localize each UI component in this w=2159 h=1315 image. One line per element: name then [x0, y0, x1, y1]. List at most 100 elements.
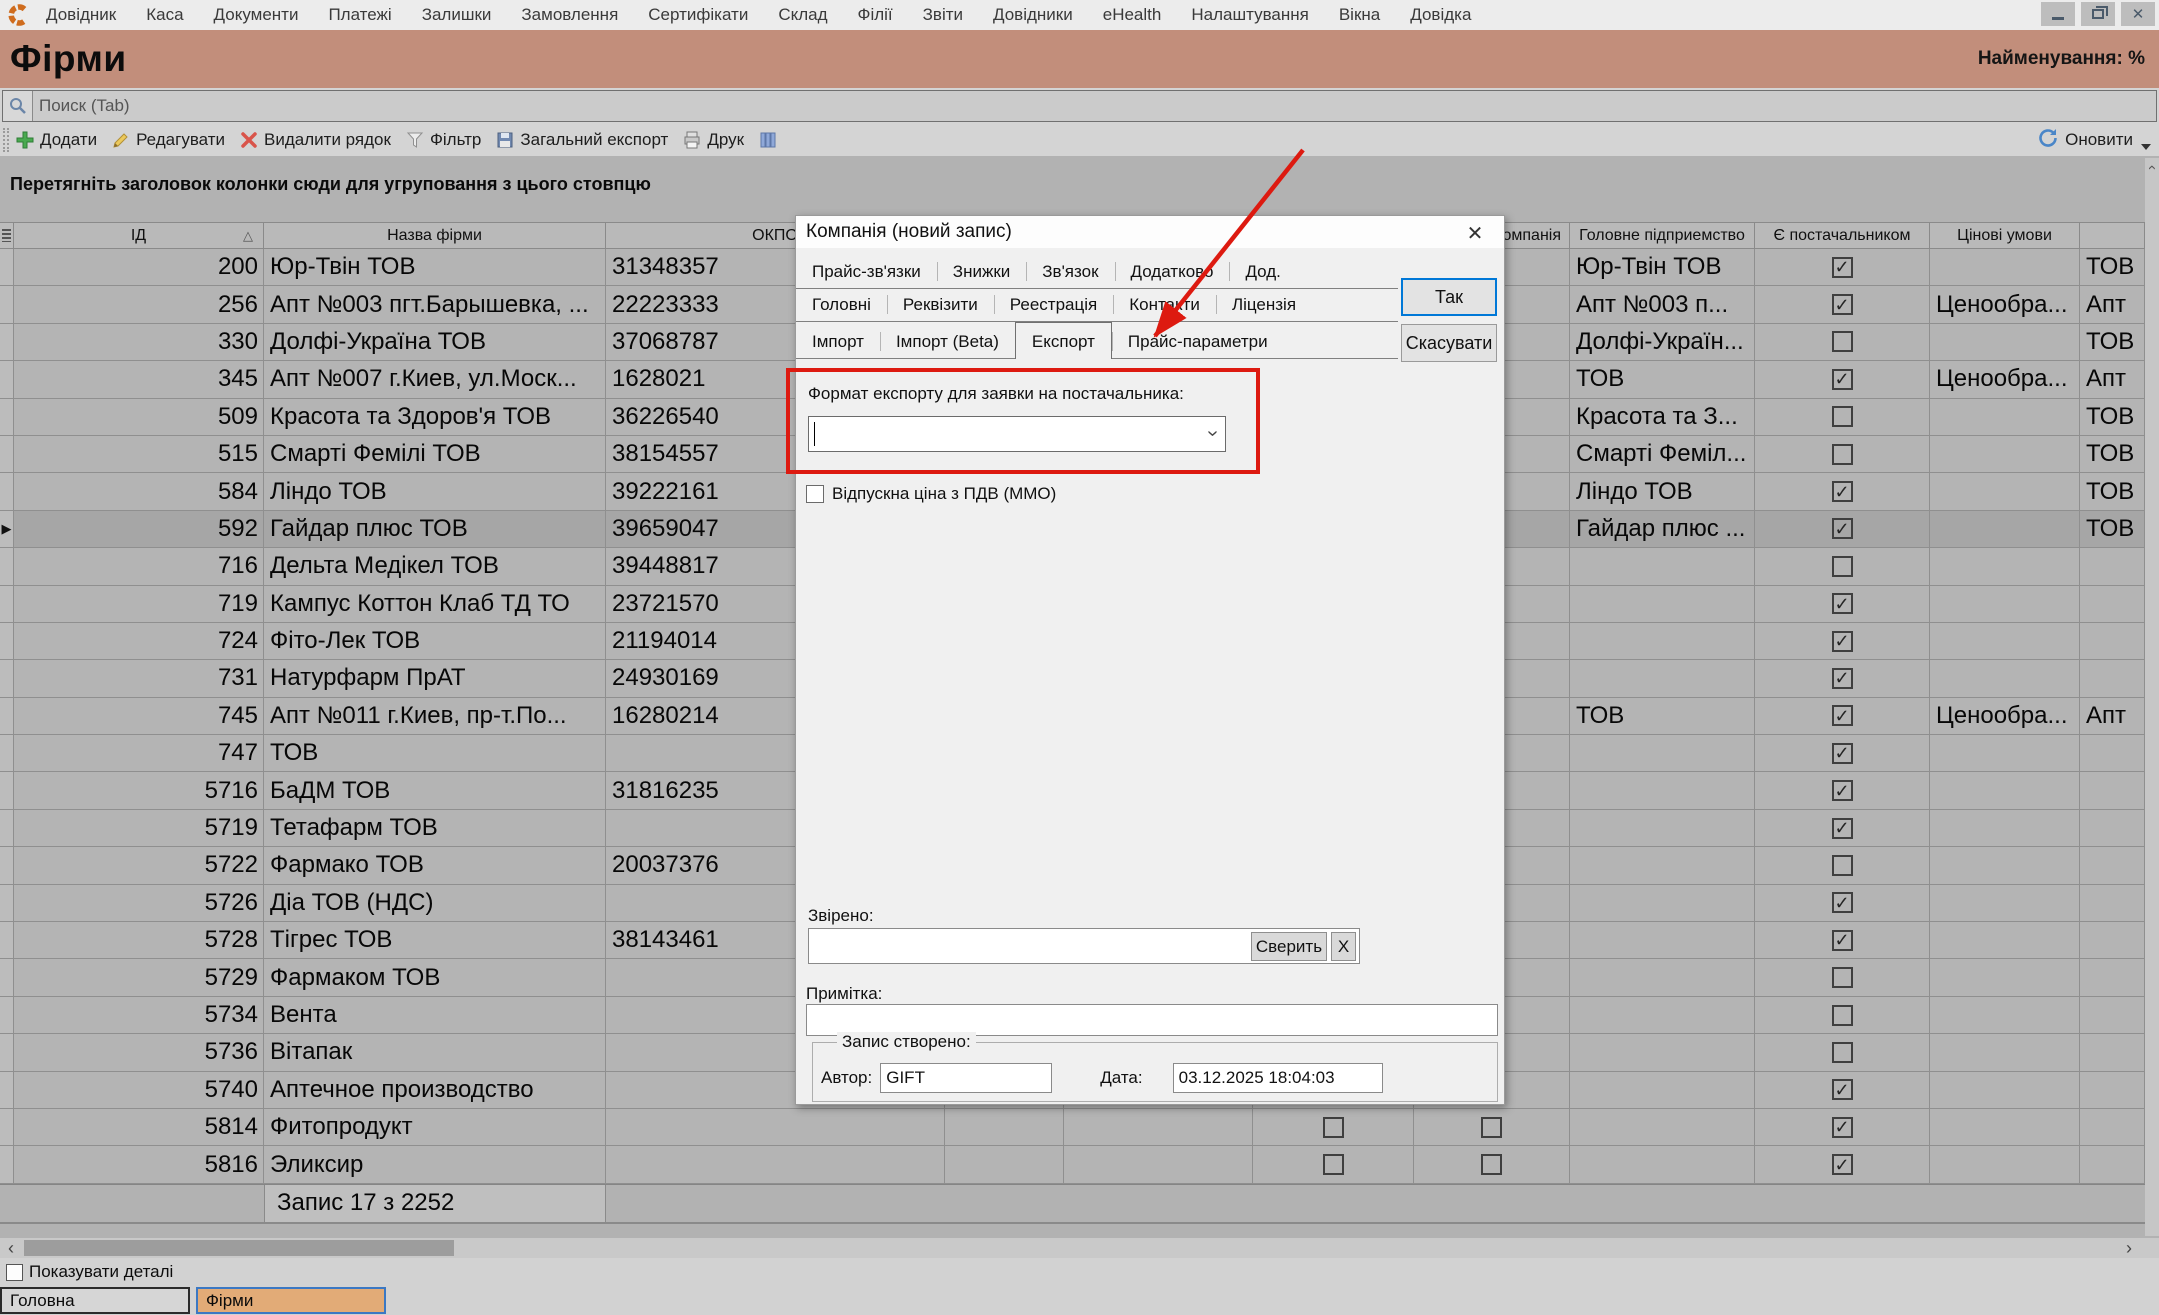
- checkbox-checked-icon[interactable]: ✓: [1832, 593, 1853, 614]
- search-icon[interactable]: [3, 91, 33, 121]
- checkbox-unchecked-icon[interactable]: [1832, 855, 1853, 876]
- dialog-tab[interactable]: Експорт: [1015, 322, 1112, 359]
- checkbox-checked-icon[interactable]: ✓: [1832, 818, 1853, 839]
- date-field[interactable]: 03.12.2025 18:04:03: [1173, 1063, 1383, 1093]
- dialog-tab[interactable]: Імпорт (Beta): [880, 325, 1015, 358]
- checkbox-checked-icon[interactable]: ✓: [1832, 892, 1853, 913]
- minimize-icon[interactable]: [2041, 2, 2075, 26]
- scrollbar-thumb[interactable]: [24, 1240, 454, 1256]
- menu-item[interactable]: Склад: [778, 5, 827, 25]
- dialog-tab[interactable]: Прайс-параметри: [1112, 325, 1284, 358]
- menu-item[interactable]: Філії: [858, 5, 893, 25]
- menu-item[interactable]: eHealth: [1103, 5, 1162, 25]
- checkbox-unchecked-icon[interactable]: [1832, 556, 1853, 577]
- menu-item[interactable]: Сертифікати: [648, 5, 748, 25]
- checkbox-unchecked-icon[interactable]: [1832, 1005, 1853, 1026]
- menu-item[interactable]: Звіти: [923, 5, 963, 25]
- chevron-down-icon[interactable]: ›: [1201, 430, 1224, 437]
- dialog-tab[interactable]: Головні: [796, 288, 887, 321]
- toolbar-button[interactable]: [758, 130, 778, 150]
- refresh-button[interactable]: Оновити: [2037, 127, 2133, 154]
- table-row[interactable]: 5816Эликсир✓: [0, 1146, 2145, 1183]
- verify-button[interactable]: Сверить: [1251, 932, 1327, 961]
- checkbox-unchecked-icon[interactable]: [1832, 967, 1853, 988]
- window-tab[interactable]: Головна: [0, 1287, 190, 1314]
- dialog-tab[interactable]: Знижки: [937, 255, 1026, 288]
- menu-item[interactable]: Довідник: [46, 5, 116, 25]
- menu-item[interactable]: Налаштування: [1191, 5, 1309, 25]
- toolbar-button[interactable]: Видалити рядок: [239, 130, 391, 150]
- dialog-tab[interactable]: Додатково: [1115, 255, 1230, 288]
- dialog-close-icon[interactable]: ✕: [1462, 220, 1488, 246]
- column-header-price_terms[interactable]: Цінові умови: [1930, 223, 2080, 248]
- vertical-scrollbar[interactable]: ‹: [2145, 158, 2159, 1236]
- checkbox-checked-icon[interactable]: ✓: [1832, 1079, 1853, 1100]
- toolbar-button[interactable]: Загальний експорт: [495, 130, 668, 150]
- show-details-checkbox[interactable]: Показувати деталі: [6, 1262, 173, 1282]
- checkbox-unchecked-icon[interactable]: [1323, 1117, 1344, 1138]
- checkbox-checked-icon[interactable]: ✓: [1832, 294, 1853, 315]
- ok-button[interactable]: Так: [1401, 278, 1497, 316]
- checkbox-checked-icon[interactable]: ✓: [1832, 257, 1853, 278]
- verified-field[interactable]: Сверить X: [808, 928, 1360, 964]
- dialog-tab[interactable]: Контакти: [1113, 288, 1216, 321]
- checkbox-checked-icon[interactable]: ✓: [1832, 668, 1853, 689]
- menu-item[interactable]: Документи: [214, 5, 299, 25]
- cancel-button[interactable]: Скасувати: [1401, 324, 1497, 362]
- checkbox-unchecked-icon[interactable]: [1481, 1117, 1502, 1138]
- checkbox-checked-icon[interactable]: ✓: [1832, 369, 1853, 390]
- scroll-left-icon[interactable]: ‹: [2, 1238, 20, 1258]
- author-field[interactable]: GIFT: [880, 1063, 1052, 1093]
- restore-icon[interactable]: [2081, 2, 2115, 26]
- search-input[interactable]: Поиск (Tab): [2, 90, 2157, 122]
- menu-item[interactable]: Довідники: [993, 5, 1073, 25]
- horizontal-scrollbar[interactable]: ‹ ›: [0, 1238, 2159, 1258]
- checkbox-unchecked-icon[interactable]: [1832, 331, 1853, 352]
- menu-item[interactable]: Каса: [146, 5, 183, 25]
- verify-clear-button[interactable]: X: [1331, 932, 1356, 961]
- checkbox-checked-icon[interactable]: ✓: [1832, 743, 1853, 764]
- export-format-combobox[interactable]: ›: [808, 416, 1226, 452]
- vat-checkbox[interactable]: [806, 485, 824, 503]
- menu-item[interactable]: Залишки: [422, 5, 492, 25]
- toolbar-button[interactable]: Фільтр: [405, 130, 481, 150]
- column-chooser-icon[interactable]: [0, 223, 14, 248]
- checkbox-unchecked-icon[interactable]: [1832, 1042, 1853, 1063]
- checkbox-checked-icon[interactable]: ✓: [1832, 930, 1853, 951]
- menu-item[interactable]: Вікна: [1339, 5, 1380, 25]
- dialog-tab[interactable]: Реквізити: [887, 288, 994, 321]
- dialog-tab[interactable]: Імпорт: [796, 325, 880, 358]
- menu-item[interactable]: Платежі: [328, 5, 391, 25]
- dialog-tab[interactable]: Прайс-зв'язки: [796, 255, 937, 288]
- scroll-right-icon[interactable]: ›: [2120, 1238, 2138, 1258]
- checkbox-unchecked-icon[interactable]: [1832, 444, 1853, 465]
- dialog-tab[interactable]: Зв'язок: [1026, 255, 1114, 288]
- dialog-tab[interactable]: Реестрація: [994, 288, 1113, 321]
- scroll-up-icon[interactable]: ‹: [2145, 158, 2159, 176]
- menu-item[interactable]: Довідка: [1410, 5, 1471, 25]
- close-icon[interactable]: ✕: [2121, 2, 2155, 26]
- checkbox-unchecked-icon[interactable]: [1481, 1154, 1502, 1175]
- checkbox-icon[interactable]: [6, 1264, 23, 1281]
- checkbox-unchecked-icon[interactable]: [1323, 1154, 1344, 1175]
- column-header-id[interactable]: ІД△: [14, 223, 264, 248]
- toolbar-button[interactable]: Редагувати: [111, 130, 225, 150]
- column-header-parent[interactable]: Головне підприемство: [1570, 223, 1755, 248]
- column-header-name[interactable]: Назва фірми: [264, 223, 606, 248]
- checkbox-checked-icon[interactable]: ✓: [1832, 780, 1853, 801]
- toolbar-button[interactable]: Друк: [682, 130, 744, 150]
- column-header-supplier[interactable]: Є постачальником: [1755, 223, 1930, 248]
- checkbox-checked-icon[interactable]: ✓: [1832, 1154, 1853, 1175]
- checkbox-unchecked-icon[interactable]: [1832, 406, 1853, 427]
- toolbar-button[interactable]: Додати: [15, 130, 97, 150]
- checkbox-checked-icon[interactable]: ✓: [1832, 631, 1853, 652]
- checkbox-checked-icon[interactable]: ✓: [1832, 518, 1853, 539]
- checkbox-checked-icon[interactable]: ✓: [1832, 705, 1853, 726]
- table-row[interactable]: 5814Фитопродукт✓: [0, 1109, 2145, 1146]
- column-header-type[interactable]: [2080, 223, 2145, 248]
- window-tab[interactable]: Фірми: [196, 1287, 386, 1314]
- menu-item[interactable]: Замовлення: [521, 5, 618, 25]
- checkbox-checked-icon[interactable]: ✓: [1832, 1117, 1853, 1138]
- dialog-tab[interactable]: Ліцензія: [1216, 288, 1312, 321]
- checkbox-checked-icon[interactable]: ✓: [1832, 481, 1853, 502]
